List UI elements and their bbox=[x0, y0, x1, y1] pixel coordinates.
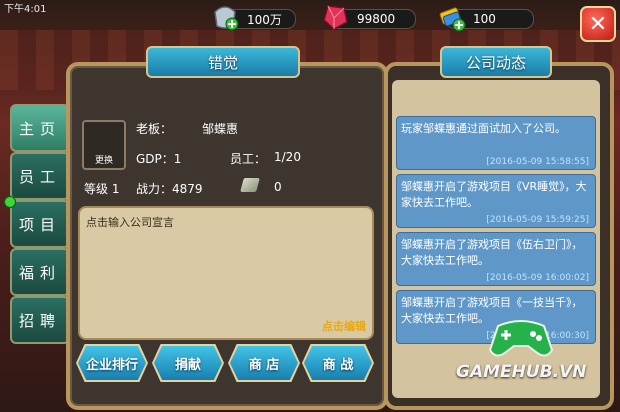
ruby-gem-icon bbox=[323, 5, 348, 30]
staff-count: 1/20 bbox=[274, 150, 301, 164]
tab-home[interactable]: 主页 bbox=[10, 104, 70, 152]
gold-ticket-icon bbox=[439, 7, 466, 32]
slogan-placeholder: 点击输入公司宣言 bbox=[86, 216, 174, 229]
company-name-title: 错觉 bbox=[146, 46, 300, 78]
gdp-value: GDP：1 bbox=[136, 152, 182, 166]
resource-ticket[interactable]: 100 bbox=[439, 7, 534, 32]
change-avatar-label[interactable]: 更换 bbox=[84, 153, 124, 166]
tab-home-label: 主页 bbox=[18, 119, 61, 138]
stone-icon bbox=[240, 178, 260, 192]
shop-button[interactable]: 商 店 bbox=[230, 346, 298, 380]
tab-staff-label: 员工 bbox=[18, 167, 61, 186]
resource-silver[interactable]: 100万 bbox=[214, 6, 296, 31]
news-text: 玩家邹蝶惠通过面试加入了公司。 bbox=[401, 122, 566, 135]
boss-label: 老板： bbox=[136, 122, 173, 136]
ranking-button[interactable]: 企业排行 bbox=[78, 346, 146, 380]
news-time: [2016-05-09 16:00:02] bbox=[486, 273, 589, 283]
staff-label: 员工： bbox=[230, 152, 267, 166]
resource-ruby[interactable]: 99800 bbox=[323, 5, 416, 30]
company-news-title: 公司动态 bbox=[440, 46, 552, 78]
tab-welfare-label: 福利 bbox=[18, 263, 61, 282]
gamepad-icon bbox=[488, 320, 554, 357]
watermark-logo: GAMEHUB.VN bbox=[456, 316, 596, 396]
power-value: 战力：4879 bbox=[136, 182, 203, 196]
boss-name: 邹蝶惠 bbox=[202, 122, 239, 136]
silver-coin-icon bbox=[214, 6, 239, 31]
tab-staff[interactable]: 员工 bbox=[10, 152, 70, 200]
tab-welfare[interactable]: 福利 bbox=[10, 248, 70, 296]
close-button[interactable]: ✕ bbox=[580, 6, 616, 42]
notification-dot bbox=[4, 196, 16, 208]
edit-slogan-link[interactable]: 点击编辑 bbox=[322, 318, 366, 334]
news-item: 邹蝶惠开启了游戏项目《VR睡觉》，大家快去工作吧。 [2016-05-09 15… bbox=[396, 174, 596, 228]
donate-button[interactable]: 捐献 bbox=[154, 346, 222, 380]
company-level: 等级 1 bbox=[84, 182, 120, 196]
news-time: [2016-05-09 15:59:25] bbox=[486, 215, 589, 225]
watermark-text: GAMEHUB.VN bbox=[456, 362, 587, 382]
system-time: 下午4:01 bbox=[4, 4, 47, 15]
boss-avatar[interactable]: 更换 bbox=[82, 120, 126, 170]
news-item: 玩家邹蝶惠通过面试加入了公司。 [2016-05-09 15:58:55] bbox=[396, 116, 596, 170]
business-war-button[interactable]: 商 战 bbox=[304, 346, 372, 380]
news-text: 邹蝶惠开启了游戏项目《伍右卫门》，大家快去工作吧。 bbox=[401, 238, 583, 267]
tab-projects-label: 项目 bbox=[18, 215, 61, 234]
company-slogan-box[interactable]: 点击输入公司宣言 点击编辑 bbox=[78, 206, 374, 340]
company-info: 更换 老板： 邹蝶惠 GDP：1 员工： 1/20 等级 1 战力：4879 0 bbox=[78, 84, 368, 202]
news-time: [2016-05-09 15:58:55] bbox=[486, 157, 589, 167]
news-item: 邹蝶惠开启了游戏项目《伍右卫门》，大家快去工作吧。 [2016-05-09 16… bbox=[396, 232, 596, 286]
tab-recruit[interactable]: 招聘 bbox=[10, 296, 70, 344]
tab-projects[interactable]: 项目 bbox=[10, 200, 70, 248]
stone-count: 0 bbox=[274, 180, 282, 194]
close-icon: ✕ bbox=[588, 11, 608, 37]
news-text: 邹蝶惠开启了游戏项目《VR睡觉》，大家快去工作吧。 bbox=[401, 180, 587, 209]
tab-recruit-label: 招聘 bbox=[18, 311, 61, 330]
